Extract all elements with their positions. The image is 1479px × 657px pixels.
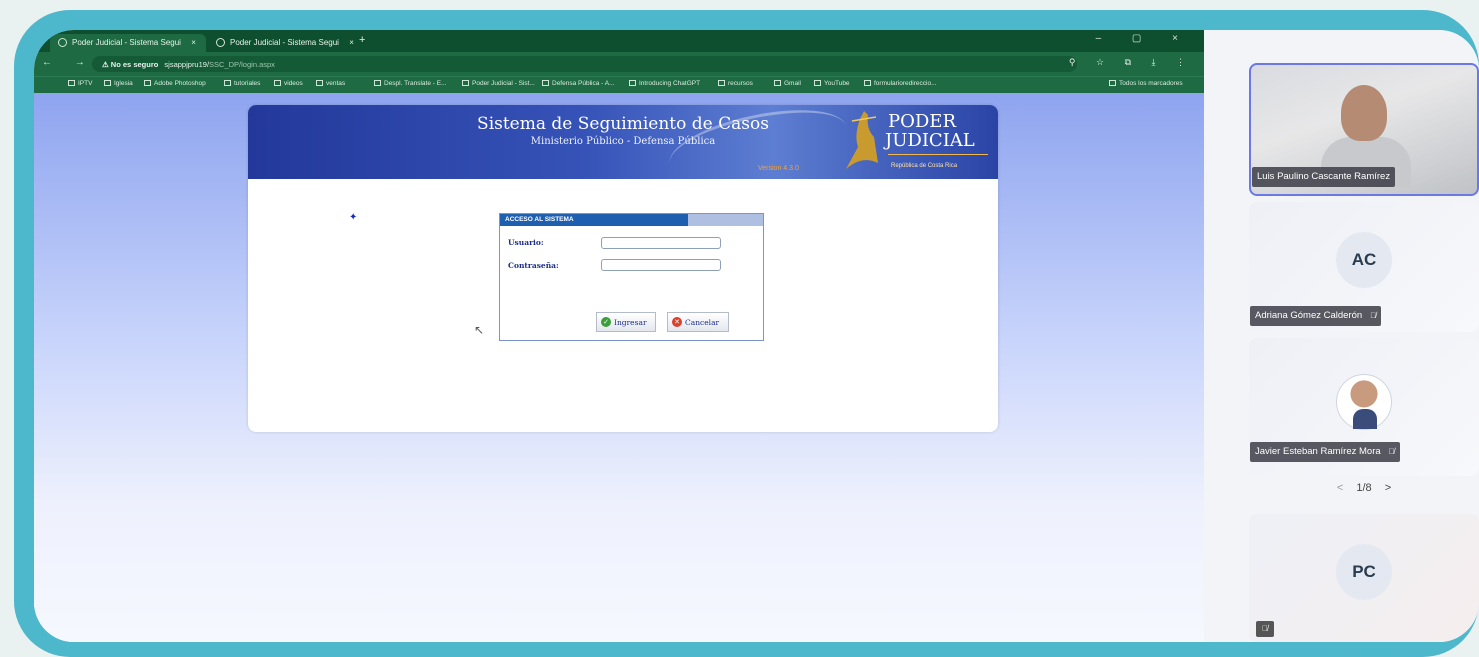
login-button-label: Ingresar: [614, 318, 647, 327]
bookmark-item[interactable]: Gmail: [774, 80, 801, 87]
page-banner: Sistema de Seguimiento de Casos Minister…: [248, 105, 998, 194]
password-label: Contraseña:: [508, 261, 559, 270]
participants-panel: Luis Paulino Cascante Ramírez AC Adriana…: [1204, 30, 1479, 642]
tab-title: Poder Judicial - Sistema Segui: [230, 38, 339, 47]
logo-judicial: JUDICIAL: [885, 130, 975, 151]
bookmark-item[interactable]: Despl. Translate - E...: [374, 80, 447, 87]
mic-muted-icon: 🎙̸: [1370, 311, 1377, 320]
new-tab-button[interactable]: +: [359, 34, 365, 46]
login-button[interactable]: ✓ Ingresar: [596, 312, 656, 332]
browser-tab-active[interactable]: Poder Judicial - Sistema Segui ×: [50, 34, 206, 52]
bookmark-item[interactable]: Iglesia: [104, 80, 133, 87]
login-header: ACCESO AL SISTEMA: [500, 214, 763, 226]
globe-icon: [216, 38, 225, 47]
bookmark-item[interactable]: IPTV: [68, 80, 92, 87]
bullet-dot: ✦: [349, 212, 358, 223]
bookmark-item[interactable]: formularioredireccio...: [864, 80, 937, 87]
folder-icon: [224, 80, 231, 86]
globe-icon: [462, 80, 469, 86]
bookmarks-bar: IPTV Iglesia Adobe Photoshop tutoriales …: [34, 76, 1204, 93]
address-bar-row: ← → C ⚠ No es seguro sjsappjpru19/SSC_DP…: [34, 52, 1204, 76]
screen-content: Poder Judicial - Sistema Segui × Poder J…: [34, 30, 1479, 642]
folder-icon: [104, 80, 111, 86]
bookmark-item[interactable]: Adobe Photoshop: [144, 80, 206, 87]
folder-icon: [1109, 80, 1116, 86]
user-input[interactable]: [601, 237, 721, 249]
defensa-icon: [542, 80, 549, 86]
window-controls[interactable]: – ▢ ×: [1096, 33, 1192, 44]
login-header-title: ACCESO AL SISTEMA: [500, 214, 688, 226]
check-circle-icon: ✓: [601, 317, 611, 327]
logo-divider: [888, 154, 988, 155]
bookmark-item[interactable]: tutoriales: [224, 80, 260, 87]
mic-muted-icon: 🎙̸: [1388, 447, 1395, 456]
page-card: Sistema de Seguimiento de Casos Minister…: [248, 105, 998, 432]
globe-icon: [864, 80, 871, 86]
logo-poder: PODER: [888, 111, 956, 132]
password-input[interactable]: [601, 259, 721, 271]
participant-tile-video[interactable]: Luis Paulino Cascante Ramírez: [1249, 63, 1479, 196]
folder-icon: [68, 80, 75, 86]
youtube-icon: [814, 80, 821, 86]
participant-initials-avatar: AC: [1336, 232, 1392, 288]
bookmark-item[interactable]: Defensa Pública - A...: [542, 80, 615, 87]
mouse-cursor-icon: ↖: [474, 323, 485, 337]
folder-icon: [316, 80, 323, 86]
not-secure-badge[interactable]: ⚠ No es seguro: [102, 60, 158, 69]
bookmark-item[interactable]: Todos los marcadores: [1109, 80, 1183, 87]
cancel-circle-icon: ✕: [672, 317, 682, 327]
bookmark-item[interactable]: Introducing ChatGPT: [629, 80, 700, 87]
bookmark-item[interactable]: recursos: [718, 80, 753, 87]
gmail-icon: [774, 80, 781, 86]
scales-of-justice-icon: [846, 111, 878, 169]
tab-title: Poder Judicial - Sistema Segui: [72, 38, 181, 47]
url-input[interactable]: ⚠ No es seguro sjsappjpru19/SSC_DP/login…: [92, 56, 1077, 72]
logo-subtitle: República de Costa Rica: [891, 163, 958, 169]
tab-bar: Poder Judicial - Sistema Segui × Poder J…: [34, 30, 1204, 52]
bookmark-item[interactable]: YouTube: [814, 80, 850, 87]
participant-tile[interactable]: Javier Esteban Ramírez Mora 🎙̸: [1249, 338, 1479, 476]
url-host: sjsappjpru19/: [164, 60, 210, 69]
browser-tab[interactable]: Poder Judicial - Sistema Segui ×: [208, 34, 358, 52]
folder-icon: [718, 80, 725, 86]
user-label: Usuario:: [508, 238, 544, 247]
browser-window: Poder Judicial - Sistema Segui × Poder J…: [34, 30, 1204, 642]
participant-name: Luis Paulino Cascante Ramírez: [1252, 167, 1396, 187]
address-bar-icons[interactable]: ⚲ ☆ ⧉ ⤓ ⋮: [1069, 57, 1194, 68]
translate-icon: [374, 80, 381, 86]
close-tab-icon[interactable]: ×: [191, 38, 196, 47]
globe-icon: [58, 38, 67, 47]
chatgpt-icon: [629, 80, 636, 86]
participants-pager: < 1/8 >: [1249, 482, 1479, 494]
folder-icon: [274, 80, 281, 86]
participant-name: Javier Esteban Ramírez Mora: [1255, 446, 1381, 457]
bookmark-item[interactable]: videos: [274, 80, 303, 87]
participant-name-badge: Javier Esteban Ramírez Mora 🎙̸: [1250, 442, 1400, 462]
participant-tile[interactable]: AC Adriana Gómez Calderón 🎙̸: [1249, 202, 1479, 332]
participant-name: Adriana Gómez Calderón: [1255, 310, 1363, 321]
participant-photo-avatar: [1336, 374, 1392, 430]
url-path: SSC_DP/login.aspx: [209, 60, 275, 69]
participant-initials-avatar: PC: [1336, 544, 1392, 600]
page-viewport: Sistema de Seguimiento de Casos Minister…: [34, 93, 1204, 642]
participant-face: [1341, 85, 1387, 141]
cancel-button[interactable]: ✕ Cancelar: [667, 312, 729, 332]
photoshop-icon: [144, 80, 151, 86]
prev-page-button[interactable]: <: [1337, 482, 1343, 494]
page-indicator: 1/8: [1356, 482, 1372, 494]
login-box: ACCESO AL SISTEMA Usuario: Contraseña: ✓…: [499, 213, 764, 341]
close-tab-icon[interactable]: ×: [349, 38, 354, 47]
mic-muted-icon: 🎙̸: [1256, 621, 1274, 637]
next-page-button[interactable]: >: [1385, 482, 1391, 494]
cancel-button-label: Cancelar: [685, 318, 720, 327]
bookmark-item[interactable]: Poder Judicial - Sist...: [462, 80, 535, 87]
participant-tile[interactable]: PC 🎙̸: [1249, 514, 1479, 642]
participant-name-badge: Adriana Gómez Calderón 🎙̸: [1250, 306, 1382, 326]
bookmark-item[interactable]: ventas: [316, 80, 345, 87]
version-label: Version 4.3.0: [758, 165, 799, 172]
